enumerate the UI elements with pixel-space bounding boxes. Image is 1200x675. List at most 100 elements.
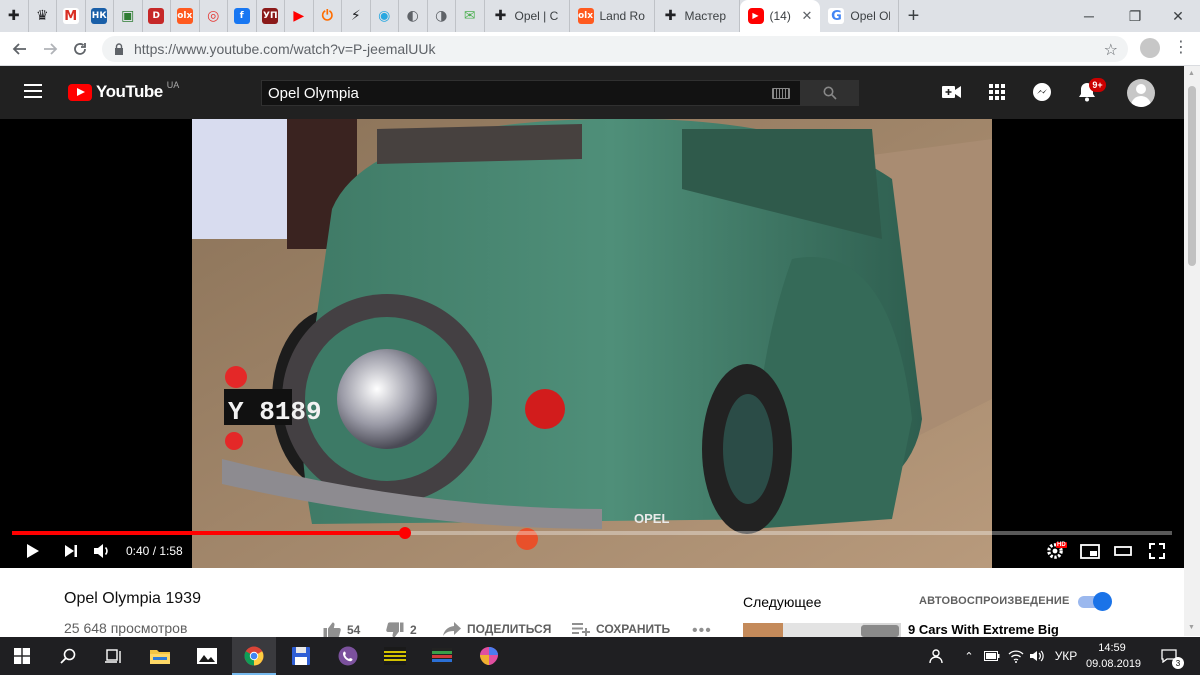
start-button[interactable] <box>0 637 44 675</box>
tab-pinned-7[interactable]: olx <box>171 0 200 32</box>
close-window-button[interactable]: ✕ <box>1156 0 1200 32</box>
tab-pinned-8[interactable]: ◎ <box>200 0 228 32</box>
tab-pinned-14[interactable]: ◉ <box>371 0 399 32</box>
add-to-playlist-icon <box>572 623 590 636</box>
task-view-button[interactable] <box>91 637 135 675</box>
chrome-taskbar-button[interactable] <box>232 637 276 675</box>
share-button[interactable]: ПОДЕЛИТЬСЯ <box>443 622 551 636</box>
tab-pinned-5[interactable]: ▣ <box>114 0 143 32</box>
app-taskbar-button-7[interactable] <box>373 637 417 675</box>
clock-time: 14:59 <box>1098 642 1126 654</box>
tab-pinned-12[interactable]: ⏻ <box>314 0 342 32</box>
windows-logo-icon <box>14 648 30 664</box>
hd-badge: HD <box>1056 542 1067 548</box>
search-button[interactable] <box>801 80 859 106</box>
scrollbar-thumb[interactable] <box>1188 86 1196 266</box>
volume-button[interactable] <box>91 540 113 562</box>
tab-favicon-icon: ◑ <box>435 8 448 24</box>
tab-pinned-11[interactable]: ▶ <box>285 0 314 32</box>
video-frame[interactable]: Y 8189 OPEL <box>192 119 992 568</box>
people-icon[interactable] <box>926 637 948 675</box>
account-avatar[interactable] <box>1127 79 1155 107</box>
create-video-button[interactable] <box>941 81 963 103</box>
tab-google-search[interactable]: G Opel Ol <box>820 0 900 32</box>
scroll-up-icon[interactable]: ▲ <box>1188 70 1195 77</box>
tab-pinned-9[interactable]: f <box>228 0 257 32</box>
app-taskbar-button-9[interactable] <box>467 637 511 675</box>
recommended-video-thumbnail[interactable] <box>743 623 901 637</box>
page-scrollbar[interactable]: ▲ ▼ <box>1184 66 1200 636</box>
windows-taskbar: ⌃ УКР 14:59 09.08.2019 3 <box>0 637 1200 675</box>
input-language[interactable]: УКР <box>1050 637 1082 675</box>
tab-pinned-4[interactable]: НК <box>86 0 114 32</box>
action-center-button[interactable] <box>1156 637 1182 675</box>
browser-menu-icon[interactable]: ⋮ <box>1173 38 1189 58</box>
show-hidden-icons-chevron-icon[interactable]: ⌃ <box>960 637 978 675</box>
progress-bar[interactable] <box>12 527 1172 539</box>
tab-favicon-icon: ◐ <box>406 8 419 24</box>
opel-badge-text: OPEL <box>634 511 669 526</box>
photos-app-button[interactable] <box>185 637 229 675</box>
search-icon <box>60 648 76 664</box>
progress-played <box>12 531 405 535</box>
youtube-logo[interactable]: YouTube UA <box>68 80 179 102</box>
taskbar-clock[interactable]: 14:59 09.08.2019 <box>1086 640 1141 672</box>
dislike-button[interactable]: 2 <box>386 622 417 638</box>
search-input[interactable]: Opel Olympia <box>261 80 801 106</box>
autoplay-toggle-thumb[interactable] <box>1093 592 1112 611</box>
keyboard-icon[interactable] <box>772 88 790 99</box>
youtube-page-dark-area: YouTube UA Opel Olympia 9+ Y 8189 OPEL 0… <box>0 66 1184 568</box>
tab-pinned-6[interactable]: D <box>143 0 171 32</box>
tab-pinned-15[interactable]: ◐ <box>399 0 428 32</box>
tab-pinned-13[interactable]: ⚡ <box>342 0 371 32</box>
save-app-button[interactable] <box>279 637 323 675</box>
app-taskbar-button-8[interactable] <box>420 637 464 675</box>
fullscreen-button[interactable] <box>1145 540 1169 562</box>
tab-favicon-icon: ▣ <box>121 8 135 24</box>
scroll-down-icon[interactable]: ▼ <box>1188 624 1195 631</box>
apps-button[interactable] <box>986 81 1008 103</box>
battery-icon[interactable] <box>983 637 1001 675</box>
messages-button[interactable] <box>1031 81 1053 103</box>
miniplayer-button[interactable] <box>1078 540 1102 562</box>
guide-menu-icon[interactable] <box>24 84 42 98</box>
file-explorer-button[interactable] <box>138 637 182 675</box>
restore-button[interactable]: ❐ <box>1113 0 1157 32</box>
tab-youtube-active[interactable]: ▶ (14) ✕ <box>739 0 821 32</box>
address-bar[interactable]: https://www.youtube.com/watch?v=P-jeemal… <box>102 36 1128 62</box>
like-button[interactable]: 54 <box>323 622 360 638</box>
play-button[interactable] <box>22 540 44 562</box>
recommended-video-title[interactable]: 9 Cars With Extreme Big <box>908 622 1059 637</box>
reload-icon <box>74 43 86 55</box>
tab-pinned-2[interactable]: ♛ <box>29 0 57 32</box>
forward-button[interactable] <box>35 34 65 64</box>
thumbs-down-icon <box>386 622 404 638</box>
close-tab-icon[interactable]: ✕ <box>802 8 813 24</box>
viber-button[interactable] <box>326 637 370 675</box>
back-button[interactable] <box>5 34 35 64</box>
tab-land-rover[interactable]: olx Land Ro <box>570 0 655 32</box>
new-tab-button[interactable]: + <box>899 0 927 32</box>
speaker-icon[interactable] <box>1028 637 1046 675</box>
save-button[interactable]: СОХРАНИТЬ <box>572 622 670 636</box>
tab-pinned-17[interactable]: ✉ <box>456 0 485 32</box>
tab-opel[interactable]: ✚ Opel | C <box>485 0 570 32</box>
bookmark-star-icon[interactable]: ☆ <box>1104 40 1118 60</box>
tab-favicon-icon: ▶ <box>293 8 305 24</box>
next-video-button[interactable] <box>60 540 82 562</box>
miniplayer-icon <box>1080 543 1100 559</box>
wifi-icon[interactable] <box>1006 637 1026 675</box>
theater-mode-button[interactable] <box>1111 540 1135 562</box>
tab-title: Opel | C <box>514 9 559 23</box>
tab-pinned-3[interactable]: M <box>57 0 86 32</box>
tab-pinned-10[interactable]: УП <box>257 0 285 32</box>
play-icon <box>27 544 39 558</box>
progress-scrubber-knob[interactable] <box>399 527 411 539</box>
tab-master[interactable]: ✚ Мастер <box>655 0 740 32</box>
minimize-button[interactable]: ─ <box>1067 0 1111 32</box>
profile-avatar[interactable] <box>1140 38 1160 58</box>
tab-pinned-16[interactable]: ◑ <box>428 0 456 32</box>
tab-pinned-1[interactable]: ✚ <box>0 0 29 32</box>
reload-button[interactable] <box>65 34 95 64</box>
search-taskbar-button[interactable] <box>46 637 90 675</box>
